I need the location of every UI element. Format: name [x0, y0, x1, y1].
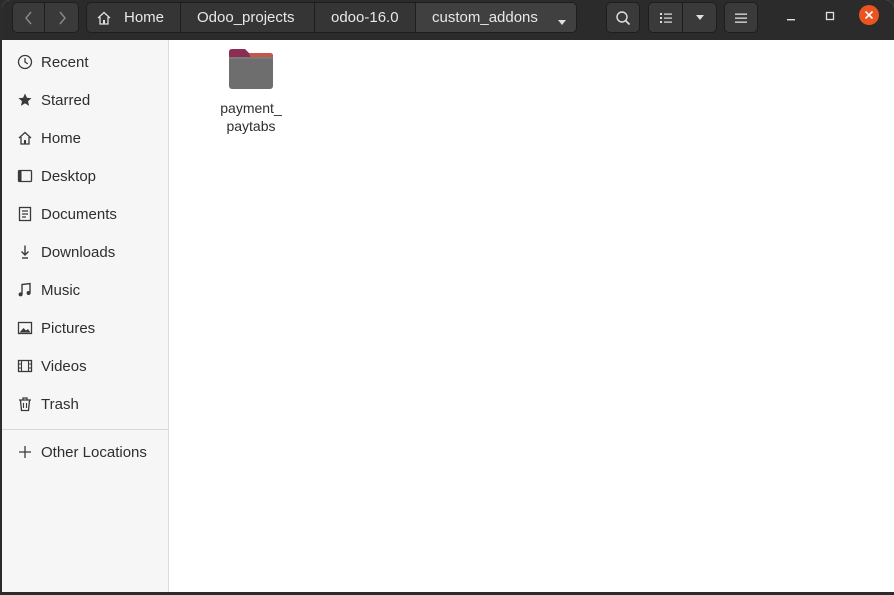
sidebar-item-label: Starred [41, 91, 91, 109]
path-label: custom_addons [432, 9, 538, 26]
dropdown-icon [695, 14, 705, 22]
chevron-left-icon [24, 10, 34, 26]
sidebar-item-label: Pictures [41, 319, 96, 337]
sidebar-item-label: Recent [41, 53, 89, 71]
sidebar-item-recent[interactable]: Recent [2, 46, 168, 78]
folder-icon [207, 47, 295, 96]
music-icon [17, 282, 33, 298]
sidebar-separator [2, 429, 168, 430]
maximize-button[interactable] [819, 6, 841, 28]
sidebar-item-label: Home [41, 129, 82, 147]
path-button-home[interactable]: Home [86, 2, 181, 33]
plus-icon [17, 444, 33, 460]
path-label: Home [124, 9, 165, 26]
sidebar-item-desktop[interactable]: Desktop [2, 160, 168, 192]
forward-button[interactable] [44, 2, 79, 33]
minimize-icon [786, 8, 796, 26]
sidebar-item-label: Documents [41, 205, 117, 223]
menu-button[interactable] [724, 2, 758, 33]
path-button-custom-addons[interactable]: custom_addons [415, 2, 577, 33]
home-icon [17, 130, 33, 146]
clock-icon [17, 54, 33, 70]
path-button-odoo-16[interactable]: odoo-16.0 [314, 2, 416, 33]
maximize-icon [825, 8, 835, 26]
close-icon [858, 4, 880, 31]
sidebar-item-other-locations[interactable]: Other Locations [2, 436, 168, 468]
minimize-button[interactable] [780, 6, 802, 28]
desktop-icon [17, 168, 33, 184]
path-button-odoo-projects[interactable]: Odoo_projects [180, 2, 315, 33]
back-button[interactable] [12, 2, 45, 33]
sidebar-item-music[interactable]: Music [2, 274, 168, 306]
view-options-button[interactable] [682, 2, 717, 33]
hamburger-icon [734, 12, 748, 24]
sidebar-item-starred[interactable]: Starred [2, 84, 168, 116]
chevron-down-icon [557, 14, 567, 31]
search-button[interactable] [606, 2, 640, 33]
sidebar: Recent Starred Home Desktop Documents Do… [2, 40, 169, 592]
star-icon [17, 92, 33, 108]
sidebar-item-home[interactable]: Home [2, 122, 168, 154]
folder-item[interactable]: payment_ paytabs [207, 47, 295, 135]
sidebar-item-pictures[interactable]: Pictures [2, 312, 168, 344]
chevron-right-icon [57, 10, 67, 26]
header-bar: Home Odoo_projects odoo-16.0 custom_addo… [2, 0, 894, 40]
sidebar-item-label: Other Locations [41, 443, 147, 461]
home-icon [96, 10, 112, 30]
list-view-icon [659, 11, 673, 25]
sidebar-item-label: Trash [41, 395, 79, 413]
search-icon [615, 10, 631, 26]
trash-icon [17, 396, 33, 412]
folder-label: payment_ paytabs [220, 100, 282, 134]
file-view: payment_ paytabs [169, 40, 894, 592]
document-icon [17, 206, 33, 222]
sidebar-item-downloads[interactable]: Downloads [2, 236, 168, 268]
path-label: Odoo_projects [197, 9, 295, 26]
download-icon [17, 244, 33, 260]
sidebar-item-videos[interactable]: Videos [2, 350, 168, 382]
sidebar-item-documents[interactable]: Documents [2, 198, 168, 230]
videos-icon [17, 358, 33, 374]
pictures-icon [17, 320, 33, 336]
view-toggle-button[interactable] [648, 2, 683, 33]
sidebar-item-trash[interactable]: Trash [2, 388, 168, 420]
file-manager-window: Home Odoo_projects odoo-16.0 custom_addo… [2, 0, 894, 592]
sidebar-item-label: Downloads [41, 243, 116, 261]
sidebar-item-label: Desktop [41, 167, 97, 185]
sidebar-item-label: Music [41, 281, 81, 299]
path-label: odoo-16.0 [331, 9, 399, 26]
sidebar-item-label: Videos [41, 357, 87, 375]
close-button[interactable] [858, 4, 880, 31]
